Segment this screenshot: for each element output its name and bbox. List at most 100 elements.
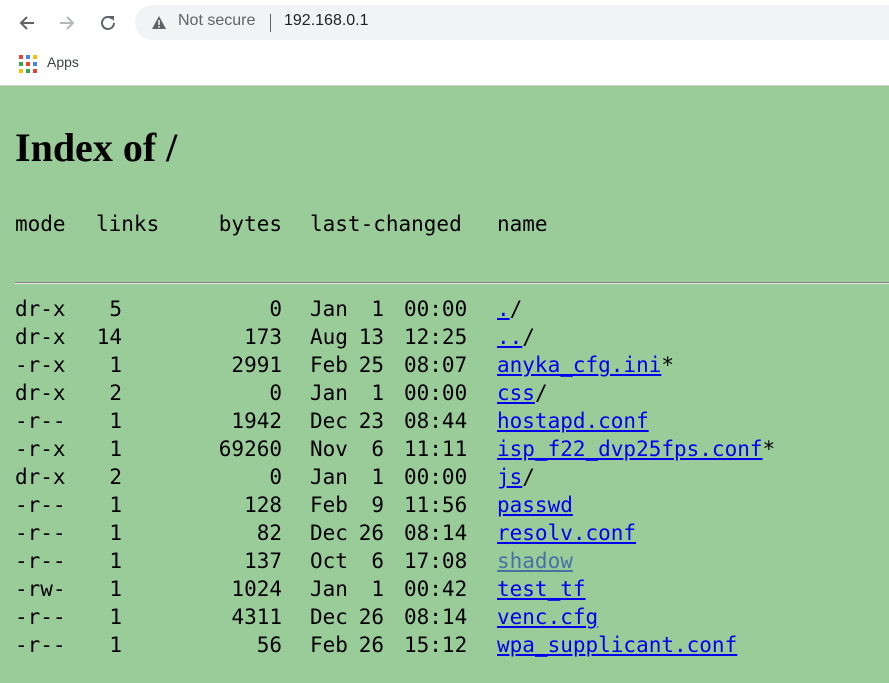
back-button[interactable] [12, 8, 42, 38]
time-cell: 00:00 [404, 297, 468, 321]
file-link[interactable]: hostapd.conf [497, 409, 649, 433]
name-suffix: * [661, 353, 675, 377]
links-cell: 1 [109, 353, 122, 377]
table-row: -r-- 1 4311 Dec 26 08:14 venc.cfg [0, 605, 889, 633]
name-suffix: / [522, 325, 535, 349]
file-link[interactable]: test_tf [497, 577, 586, 601]
time-cell: 11:11 [404, 437, 468, 461]
month-cell: Feb [310, 493, 348, 517]
day-cell: 6 [371, 549, 384, 573]
file-link[interactable]: wpa_supplicant.conf [497, 633, 737, 657]
name-suffix: / [534, 381, 548, 405]
name-suffix: * [762, 437, 776, 461]
file-link[interactable]: resolv.conf [497, 521, 636, 545]
links-cell: 2 [109, 465, 122, 489]
month-cell: Jan [310, 465, 348, 489]
table-row: dr-x 14 173 Aug 13 12:25.. / [0, 325, 889, 353]
file-link[interactable]: shadow [497, 549, 573, 573]
mode-cell: -r-x [15, 353, 66, 377]
day-cell: 1 [371, 381, 384, 405]
month-cell: Jan [310, 297, 348, 321]
security-label[interactable]: Not secure [178, 12, 255, 30]
day-cell: 9 [371, 493, 384, 517]
file-link[interactable]: css [497, 381, 535, 405]
apps-bookmark[interactable]: Apps [47, 54, 79, 70]
table-row: dr-x 2 0 Jan 1 00:00 css / [0, 381, 889, 409]
mode-cell: -rw- [15, 577, 66, 601]
back-arrow-icon [19, 16, 34, 30]
bytes-cell: 2991 [231, 353, 282, 377]
table-row: -r-- 1 1942 Dec 23 08:44 hostapd.conf [0, 409, 889, 437]
address-bar[interactable]: Not secure 192.168.0.1 [135, 5, 889, 40]
links-cell: 1 [109, 605, 122, 629]
links-cell: 1 [109, 577, 122, 601]
time-cell: 12:25 [404, 325, 468, 349]
bytes-cell: 0 [269, 297, 282, 321]
mode-cell: -r-x [15, 437, 66, 461]
day-cell: 23 [358, 409, 384, 433]
time-cell: 00:00 [404, 465, 468, 489]
bytes-cell: 82 [256, 521, 282, 545]
bytes-cell: 173 [244, 325, 282, 349]
month-cell: Jan [310, 381, 348, 405]
time-cell: 08:07 [404, 353, 468, 377]
day-cell: 25 [358, 353, 384, 377]
column-header-last-changed: last-changed [310, 212, 462, 236]
forward-button[interactable] [52, 8, 82, 38]
day-cell: 1 [371, 577, 384, 601]
column-header-mode: mode [15, 212, 66, 236]
page-content: Index of / mode links bytes last-changed… [0, 86, 889, 683]
file-link[interactable]: venc.cfg [497, 605, 598, 629]
links-cell: 5 [109, 297, 122, 321]
page-title: Index of / [15, 125, 178, 170]
table-row: -rw- 1 1024 Jan 1 00:42 test_tf [0, 577, 889, 605]
links-cell: 14 [96, 325, 122, 349]
day-cell: 26 [358, 605, 384, 629]
mode-cell: -r-- [15, 409, 66, 433]
mode-cell: -r-- [15, 633, 66, 657]
url-text[interactable]: 192.168.0.1 [284, 12, 369, 30]
links-cell: 1 [109, 437, 122, 461]
table-row: dr-x 2 0 Jan 1 00:00 js / [0, 465, 889, 493]
file-link[interactable]: . [497, 297, 510, 321]
table-row: -r-- 1 56 Feb 26 15:12 wpa_supplicant.conf [0, 633, 889, 661]
apps-grid-icon[interactable] [19, 55, 37, 73]
links-cell: 1 [109, 521, 122, 545]
mode-cell: dr-x [15, 297, 66, 321]
time-cell: 15:12 [404, 633, 468, 657]
links-cell: 1 [109, 493, 122, 517]
mode-cell: dr-x [15, 381, 66, 405]
name-suffix: / [522, 465, 535, 489]
month-cell: Jan [310, 577, 348, 601]
mode-cell: -r-- [15, 493, 66, 517]
file-link[interactable]: .. [497, 325, 522, 349]
table-row: -r-- 1 128 Feb 9 11:56 passwd [0, 493, 889, 521]
omnibox-divider [270, 14, 271, 32]
time-cell: 11:56 [404, 493, 468, 517]
time-cell: 17:08 [404, 549, 468, 573]
file-link[interactable]: isp_f22_dvp25fps.conf [497, 437, 763, 461]
links-cell: 1 [109, 633, 122, 657]
reload-button[interactable] [93, 8, 123, 38]
mode-cell: -r-- [15, 605, 66, 629]
day-cell: 1 [371, 297, 384, 321]
table-row: -r-x 1 69260 Nov 6 11:11 isp_f22_dvp25fps.conf… [0, 437, 889, 465]
column-header-name: name [497, 212, 548, 236]
file-link[interactable]: passwd [497, 493, 573, 517]
month-cell: Dec [310, 409, 348, 433]
file-link[interactable]: js [497, 465, 522, 489]
warning-icon[interactable] [151, 15, 167, 30]
name-suffix: / [509, 297, 523, 321]
column-header-bytes: bytes [218, 212, 282, 236]
day-cell: 13 [358, 325, 384, 349]
table-row: -r-- 1 82 Dec 26 08:14 resolv.conf [0, 521, 889, 549]
day-cell: 1 [371, 465, 384, 489]
time-cell: 08:44 [404, 409, 468, 433]
month-cell: Nov [310, 437, 348, 461]
table-row: dr-x 5 0 Jan 1 00:00. / [0, 297, 889, 325]
month-cell: Feb [310, 353, 348, 377]
reload-icon [101, 16, 115, 30]
file-link[interactable]: anyka_cfg.ini [497, 353, 661, 377]
links-cell: 2 [109, 381, 122, 405]
column-header-links: links [96, 212, 160, 236]
